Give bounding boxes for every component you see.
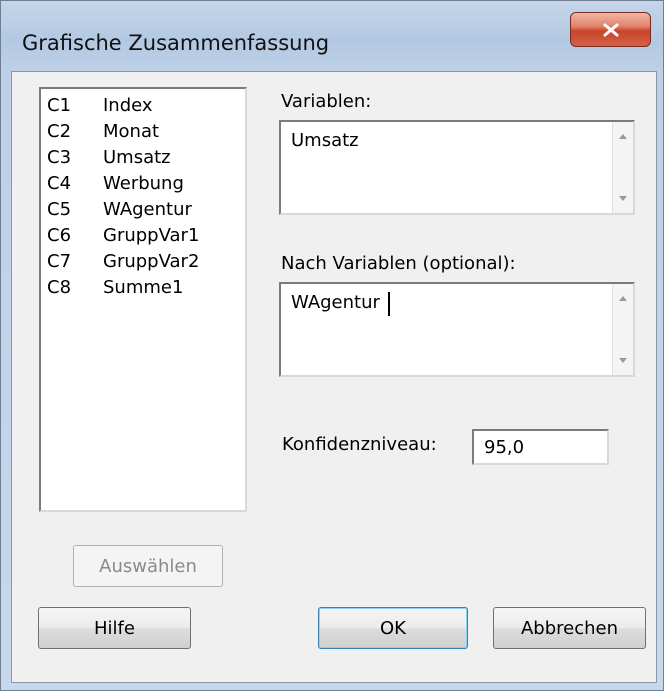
confidence-value: 95,0 <box>484 437 525 458</box>
column-name: Index <box>103 95 153 116</box>
column-name: Umsatz <box>103 147 171 168</box>
cancel-button[interactable]: Abbrechen <box>493 607 646 649</box>
confidence-input[interactable]: 95,0 <box>472 429 609 465</box>
ok-button[interactable]: OK <box>318 607 468 649</box>
variables-label: Variablen: <box>281 91 372 112</box>
by-variables-scrollbar[interactable] <box>612 284 633 375</box>
column-name: Summe1 <box>103 277 184 298</box>
scroll-down-icon[interactable] <box>619 358 627 363</box>
column-name: Monat <box>103 121 160 142</box>
close-button[interactable] <box>570 12 651 47</box>
scroll-down-icon[interactable] <box>619 196 627 201</box>
variables-value: Umsatz <box>291 130 359 151</box>
column-name: Werbung <box>103 173 184 194</box>
column-id: C4 <box>47 173 72 194</box>
scroll-up-icon[interactable] <box>619 296 627 301</box>
by-variables-field[interactable]: WAgentur <box>279 282 635 377</box>
column-name: GruppVar1 <box>103 225 200 246</box>
column-id: C3 <box>47 147 72 168</box>
select-button[interactable]: Auswählen <box>73 545 223 587</box>
confidence-label: Konfidenzniveau: <box>282 434 437 455</box>
by-variables-value: WAgentur <box>291 292 380 313</box>
dialog-body: C1 Index C2 Monat C3 Umsatz C4 Werbung C… <box>11 71 657 683</box>
column-id: C2 <box>47 121 72 142</box>
column-id: C6 <box>47 225 72 246</box>
title-bar[interactable]: Grafische Zusammenfassung <box>1 1 664 71</box>
close-icon <box>603 23 618 36</box>
column-id: C8 <box>47 277 72 298</box>
column-id: C5 <box>47 199 72 220</box>
column-name: GruppVar2 <box>103 251 200 272</box>
column-listbox[interactable]: C1 Index C2 Monat C3 Umsatz C4 Werbung C… <box>39 87 247 512</box>
by-variables-label: Nach Variablen (optional): <box>281 253 516 274</box>
dialog-window: Grafische Zusammenfassung C1 Index C2 Mo… <box>0 0 664 691</box>
variables-scrollbar[interactable] <box>612 122 633 213</box>
column-id: C1 <box>47 95 72 116</box>
column-name: WAgentur <box>103 199 192 220</box>
column-id: C7 <box>47 251 72 272</box>
window-title: Grafische Zusammenfassung <box>22 31 330 55</box>
variables-field[interactable]: Umsatz <box>279 120 635 215</box>
text-cursor <box>388 292 390 316</box>
help-button[interactable]: Hilfe <box>38 607 191 649</box>
scroll-up-icon[interactable] <box>619 134 627 139</box>
